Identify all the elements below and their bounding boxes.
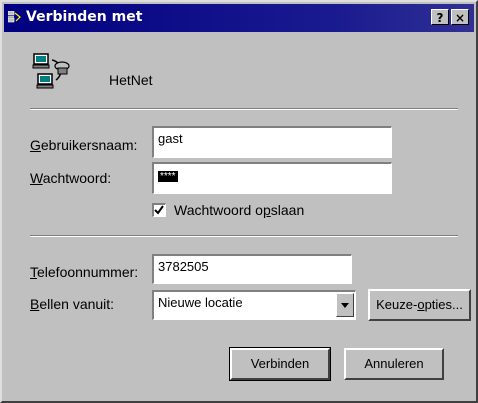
title-bar[interactable]: Verbinden met ? ×: [4, 4, 474, 32]
cancel-button[interactable]: Annuleren: [344, 348, 444, 380]
window-title: Verbinden met: [26, 9, 143, 25]
save-password-label[interactable]: Wachtwoord opslaan: [174, 202, 304, 218]
separator-top: [30, 108, 458, 110]
connect-dialog: Verbinden met ? × HetNet Gebruikersnaam:…: [0, 0, 478, 403]
dropdown-arrow-button[interactable]: [336, 293, 354, 317]
phone-input[interactable]: 3782505: [152, 254, 352, 284]
chevron-down-icon: [341, 303, 349, 308]
password-mask: ****: [158, 171, 178, 182]
dial-from-select[interactable]: Nieuwe locatie: [152, 290, 356, 320]
dialup-icon: [8, 11, 21, 23]
close-button[interactable]: ×: [451, 9, 469, 25]
separator-middle: [30, 235, 458, 237]
connection-icon: [32, 53, 70, 89]
password-input[interactable]: ****: [152, 162, 392, 194]
dial-from-label: Bellen vanuit:: [30, 296, 115, 312]
checkmark-icon: [154, 205, 164, 215]
dial-from-selected: Nieuwe locatie: [158, 295, 243, 310]
phone-label: Telefoonnummer:: [30, 264, 139, 280]
connection-name: HetNet: [109, 72, 153, 88]
help-button[interactable]: ?: [431, 9, 449, 25]
connect-button[interactable]: Verbinden: [229, 347, 331, 381]
dialing-options-button[interactable]: Keuze-opties...: [368, 289, 471, 321]
password-label: Wachtwoord:: [30, 170, 112, 186]
username-input[interactable]: gast: [152, 126, 392, 158]
save-password-checkbox[interactable]: [152, 203, 166, 217]
username-label: Gebruikersnaam:: [30, 137, 138, 153]
